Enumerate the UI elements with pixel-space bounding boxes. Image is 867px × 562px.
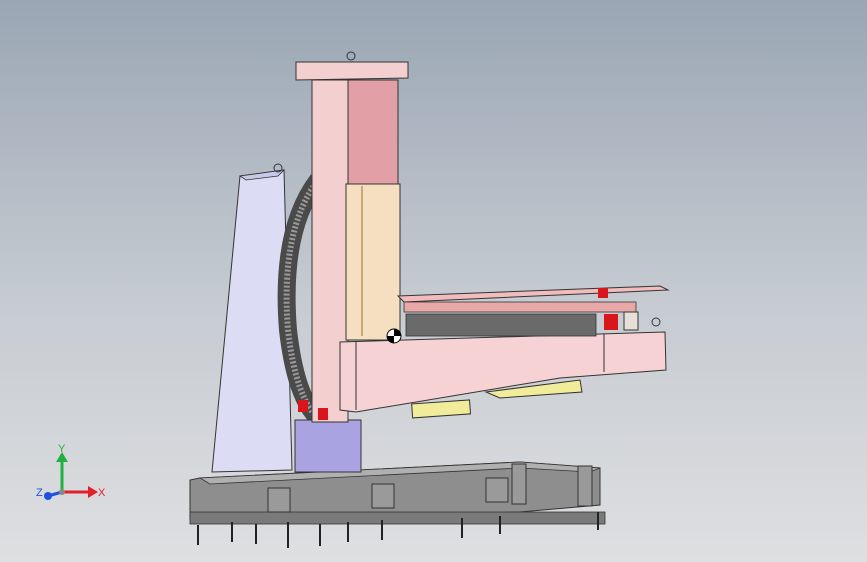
y-axis-label: Y	[58, 443, 66, 455]
red-stop-2[interactable]	[318, 408, 328, 420]
x-axis-label: X	[98, 487, 106, 499]
yellow-bracket[interactable]	[411, 399, 472, 419]
tilting-arm[interactable]	[339, 331, 667, 413]
positioner-model[interactable]	[0, 0, 867, 562]
worktable[interactable]	[396, 285, 670, 337]
z-axis-label: Z	[36, 487, 43, 499]
axis-triad: Y X Z	[36, 443, 106, 500]
base-block[interactable]	[294, 419, 362, 473]
base-rail[interactable]	[189, 461, 606, 548]
center-of-mass-icon	[386, 328, 402, 344]
red-stop[interactable]	[298, 400, 308, 412]
cad-viewport[interactable]: Y X Z	[0, 0, 867, 562]
